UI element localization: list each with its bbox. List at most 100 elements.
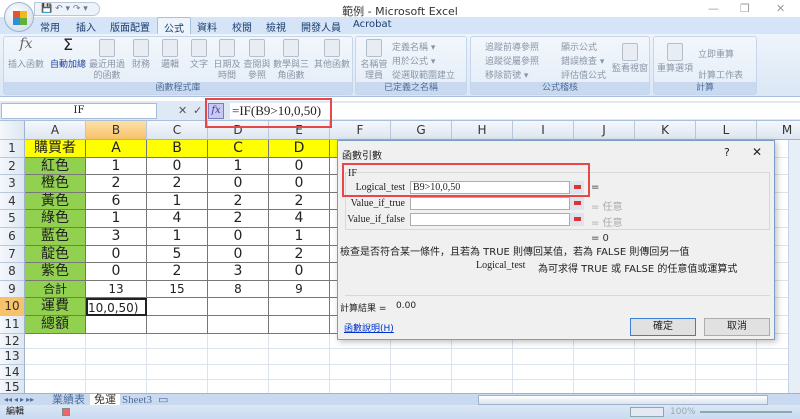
cell[interactable]: 6 bbox=[86, 192, 147, 211]
column-header-M[interactable]: M bbox=[757, 121, 800, 140]
cell[interactable]: 2 bbox=[147, 175, 208, 193]
cell[interactable]: 1 bbox=[86, 210, 147, 228]
insert-function-button[interactable]: fx 插入函數 bbox=[6, 37, 46, 71]
cell[interactable] bbox=[25, 333, 86, 350]
cell[interactable]: 1 bbox=[147, 228, 208, 246]
column-header-C[interactable]: C bbox=[147, 121, 208, 140]
column-header-L[interactable]: L bbox=[696, 121, 757, 140]
cell[interactable] bbox=[635, 349, 696, 365]
cell[interactable]: 總額 bbox=[25, 316, 86, 334]
cell[interactable] bbox=[513, 364, 574, 381]
cell[interactable] bbox=[208, 364, 269, 381]
cell[interactable]: 運費 bbox=[25, 298, 86, 316]
quick-access-toolbar[interactable]: 💾 ↶ ▾ ↷ ▾ bbox=[34, 2, 100, 16]
cell[interactable] bbox=[86, 333, 147, 350]
autosum-button[interactable]: Σ 自動加總 bbox=[50, 37, 86, 71]
column-header-F[interactable]: F bbox=[330, 121, 391, 140]
cell[interactable] bbox=[269, 349, 330, 365]
cell[interactable]: A bbox=[86, 140, 147, 158]
cell[interactable] bbox=[147, 364, 208, 381]
cell[interactable] bbox=[696, 349, 757, 365]
cell[interactable] bbox=[574, 349, 635, 365]
cell[interactable] bbox=[330, 349, 391, 365]
lookup-button[interactable]: 查閱與參照 bbox=[242, 39, 272, 82]
cell[interactable]: 2 bbox=[86, 175, 147, 193]
value-if-true-input[interactable] bbox=[410, 197, 584, 210]
cell[interactable]: 靛色 bbox=[25, 245, 86, 264]
cell[interactable]: 10,0,50) bbox=[86, 298, 147, 316]
cell[interactable] bbox=[513, 349, 574, 365]
cell[interactable]: 5 bbox=[147, 245, 208, 264]
cell[interactable]: 橙色 bbox=[25, 175, 86, 193]
cell[interactable] bbox=[696, 364, 757, 381]
vertical-scrollbar[interactable] bbox=[788, 140, 800, 393]
cell[interactable]: 2 bbox=[208, 192, 269, 211]
tab-home[interactable]: 常用 bbox=[40, 19, 60, 34]
cell[interactable]: D bbox=[269, 140, 330, 158]
row-header[interactable]: 6 bbox=[0, 228, 25, 246]
dialog-close-button[interactable]: ✕ bbox=[752, 145, 762, 159]
evaluate-formula-button[interactable]: 評估值公式 bbox=[561, 68, 606, 81]
column-header-J[interactable]: J bbox=[574, 121, 635, 140]
cell[interactable] bbox=[86, 316, 147, 334]
cell[interactable] bbox=[330, 364, 391, 381]
cell[interactable]: 黃色 bbox=[25, 192, 86, 211]
cell[interactable] bbox=[208, 316, 269, 334]
cell[interactable]: 0 bbox=[208, 228, 269, 246]
define-name-button[interactable]: 定義名稱 ▾ bbox=[392, 40, 435, 53]
tab-insert[interactable]: 插入 bbox=[76, 19, 96, 34]
logical-button[interactable]: 邏輯 bbox=[156, 39, 184, 71]
cell[interactable] bbox=[635, 364, 696, 381]
row-header[interactable]: 11 bbox=[0, 316, 25, 334]
value-if-false-input[interactable] bbox=[410, 213, 584, 226]
cell[interactable]: 藍色 bbox=[25, 228, 86, 246]
text-button[interactable]: 文字 bbox=[186, 39, 212, 71]
name-manager-button[interactable]: 名稱管理員 bbox=[358, 39, 390, 82]
cell[interactable] bbox=[391, 349, 452, 365]
tab-formulas[interactable]: 公式 bbox=[157, 17, 191, 35]
cell[interactable] bbox=[147, 333, 208, 350]
cell[interactable]: 13 bbox=[86, 280, 147, 299]
financial-button[interactable]: 財務 bbox=[128, 39, 154, 71]
cell[interactable]: 2 bbox=[269, 192, 330, 211]
zoom-slider[interactable] bbox=[700, 411, 792, 413]
row-header[interactable]: 14 bbox=[0, 364, 25, 381]
cell[interactable]: 1 bbox=[147, 192, 208, 211]
cell[interactable]: 0 bbox=[147, 157, 208, 176]
collapse-dialog-icon[interactable] bbox=[569, 197, 584, 210]
row-header[interactable]: 9 bbox=[0, 280, 25, 299]
tab-view[interactable]: 檢視 bbox=[266, 19, 286, 34]
tab-page-layout[interactable]: 版面配置 bbox=[110, 19, 150, 34]
remove-arrows-button[interactable]: 移除箭號 ▾ bbox=[485, 68, 528, 81]
row-header[interactable]: 3 bbox=[0, 175, 25, 193]
cell[interactable] bbox=[574, 364, 635, 381]
cell[interactable]: 15 bbox=[147, 280, 208, 299]
collapse-dialog-icon[interactable] bbox=[569, 213, 584, 226]
cell[interactable] bbox=[208, 349, 269, 365]
cell[interactable]: 0 bbox=[86, 245, 147, 264]
trace-precedents-button[interactable]: 追蹤前導參照 bbox=[485, 40, 539, 53]
column-header-A[interactable]: A bbox=[25, 121, 86, 140]
cell[interactable]: 1 bbox=[208, 157, 269, 176]
horizontal-scrollbar[interactable] bbox=[478, 395, 768, 405]
row-header[interactable]: 2 bbox=[0, 157, 25, 176]
error-checking-button[interactable]: 錯誤檢查 ▾ bbox=[561, 54, 604, 67]
cell[interactable]: 3 bbox=[208, 263, 269, 281]
column-header-H[interactable]: H bbox=[452, 121, 513, 140]
cell[interactable]: 0 bbox=[269, 175, 330, 193]
cell[interactable]: 2 bbox=[147, 263, 208, 281]
cell[interactable]: 1 bbox=[269, 228, 330, 246]
row-header[interactable]: 13 bbox=[0, 349, 25, 365]
calculate-now-button[interactable]: 立即重算 bbox=[698, 47, 734, 60]
minimize-button[interactable]: — bbox=[708, 2, 719, 15]
cell[interactable]: 4 bbox=[147, 210, 208, 228]
zoom-level[interactable]: 100% bbox=[670, 405, 696, 419]
cell[interactable] bbox=[147, 349, 208, 365]
row-header[interactable]: 5 bbox=[0, 210, 25, 228]
cell[interactable] bbox=[269, 333, 330, 350]
date-time-button[interactable]: 日期及時間 bbox=[212, 39, 242, 82]
row-header[interactable]: 8 bbox=[0, 263, 25, 281]
row-header[interactable]: 4 bbox=[0, 192, 25, 211]
enter-formula-button[interactable]: ✓ bbox=[193, 104, 202, 117]
cell[interactable] bbox=[208, 298, 269, 316]
